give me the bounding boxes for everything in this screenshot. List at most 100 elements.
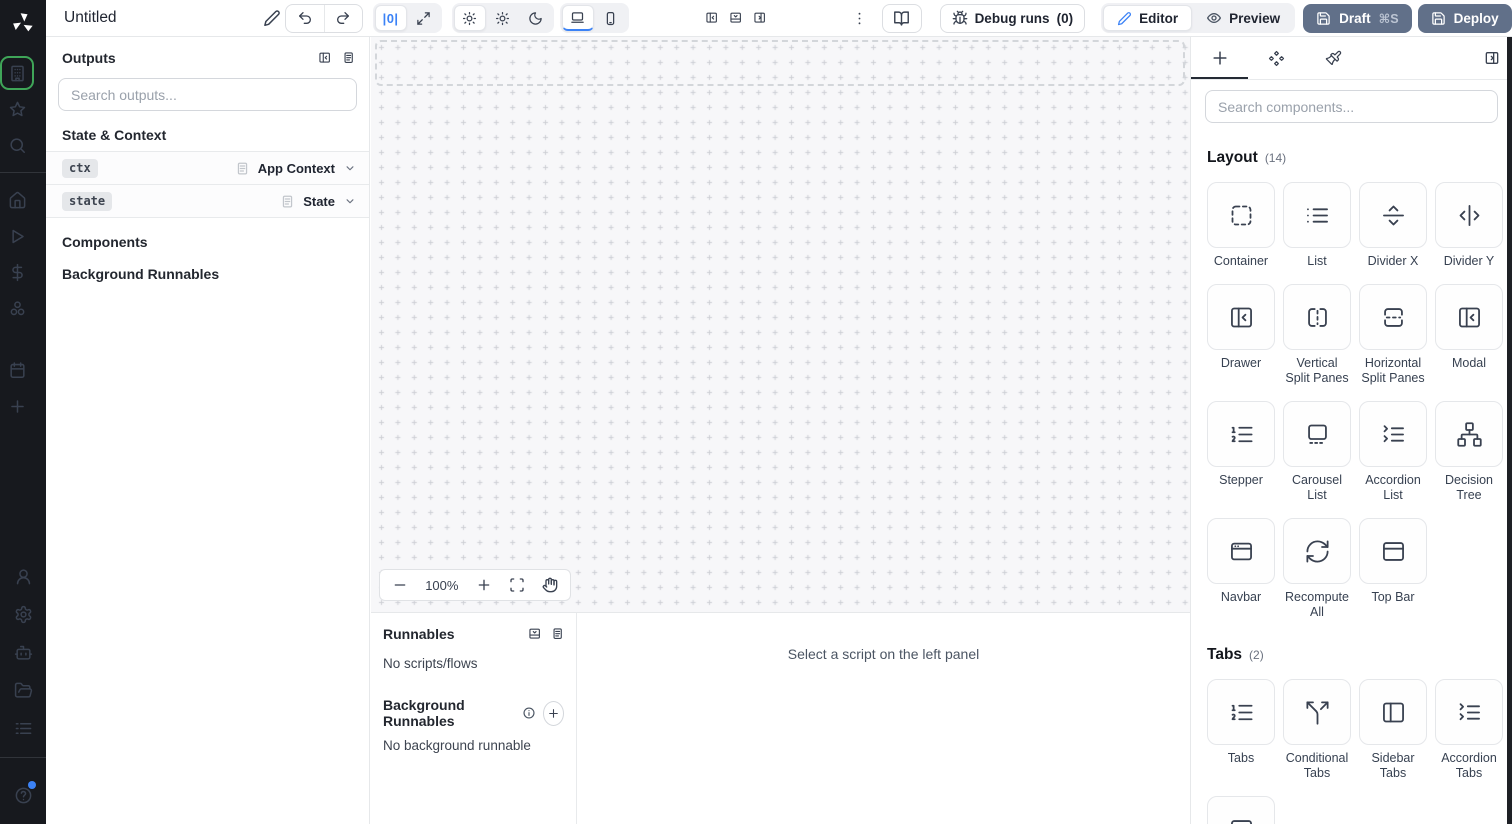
component-tabs[interactable]: Tabs	[1207, 679, 1275, 781]
output-row-state[interactable]: state State	[46, 185, 369, 218]
redo-button[interactable]	[323, 4, 362, 32]
component-card[interactable]	[1283, 401, 1351, 467]
component-decision-tree[interactable]: Decision Tree	[1435, 401, 1503, 503]
theme-auto-button[interactable]	[453, 5, 486, 31]
component-divider-y[interactable]: Divider Y	[1435, 182, 1503, 269]
component-divider-x[interactable]: Divider X	[1359, 182, 1427, 269]
component-sidebar-tabs[interactable]: Sidebar Tabs	[1359, 679, 1427, 781]
theme-dark-button[interactable]	[520, 5, 552, 31]
sidebar-item-account[interactable]	[6, 559, 40, 593]
editor-tab[interactable]: Editor	[1103, 5, 1193, 31]
component-card[interactable]	[1283, 284, 1351, 350]
collapse-runnables-panel-button[interactable]	[528, 627, 541, 640]
component-carousel-list[interactable]: Carousel List	[1283, 401, 1351, 503]
component-card[interactable]	[1435, 182, 1503, 248]
component-card[interactable]	[1207, 284, 1275, 350]
fit-view-button[interactable]	[509, 577, 525, 593]
sidebar-item-settings[interactable]	[6, 597, 40, 631]
component-card[interactable]	[1435, 679, 1503, 745]
reset-canvas-position-button[interactable]: |0|	[374, 5, 407, 31]
collapse-outputs-panel-button[interactable]	[318, 51, 331, 64]
sidebar-item-schedules[interactable]	[0, 353, 34, 387]
sidebar-item-workers[interactable]	[6, 635, 40, 669]
output-row-ctx[interactable]: ctx App Context	[46, 152, 369, 185]
expand-canvas-button[interactable]	[408, 5, 440, 31]
app-canvas[interactable]: 100%	[371, 37, 1190, 612]
toggle-left-panel-button[interactable]	[705, 11, 718, 24]
component-card[interactable]	[1207, 182, 1275, 248]
rename-app-button[interactable]	[263, 9, 281, 27]
empty-grid-placeholder[interactable]	[375, 40, 1185, 86]
component-conditional-tabs[interactable]: Conditional Tabs	[1283, 679, 1351, 781]
component-card[interactable]	[1283, 518, 1351, 584]
page-scrollbar[interactable]	[1507, 37, 1512, 824]
sidebar-item-home[interactable]	[0, 183, 34, 217]
sidebar-item-search[interactable]	[0, 128, 34, 162]
sidebar-item-variables[interactable]	[0, 255, 34, 289]
component-card[interactable]	[1207, 401, 1275, 467]
chevron-down-icon[interactable]	[343, 161, 357, 175]
component-card[interactable]	[1359, 182, 1427, 248]
component-vertical-split-panes[interactable]: Vertical Split Panes	[1283, 284, 1351, 386]
more-menu-button[interactable]	[851, 10, 868, 27]
add-background-runnable-button[interactable]	[542, 700, 564, 726]
tab-component-tree[interactable]	[1248, 37, 1305, 79]
chevron-down-icon[interactable]	[343, 194, 357, 208]
undo-button[interactable]	[286, 5, 324, 32]
sidebar-item-favorites[interactable]	[0, 92, 34, 126]
component-horizontal-split-panes[interactable]: Horizontal Split Panes	[1359, 284, 1427, 386]
component-card[interactable]	[1435, 401, 1503, 467]
component-accordion-tabs[interactable]: Accordion Tabs	[1435, 679, 1503, 781]
outputs-doc-button[interactable]	[342, 51, 355, 64]
deploy-button[interactable]: Deploy	[1417, 3, 1512, 33]
component-top-bar[interactable]: Top Bar	[1359, 518, 1427, 620]
zoom-in-button[interactable]	[476, 577, 492, 593]
sidebar-item-folders[interactable]	[6, 673, 40, 707]
theme-light-button[interactable]	[487, 5, 519, 31]
component-label: Sidebar Tabs	[1371, 751, 1415, 780]
component-list[interactable]: List	[1283, 182, 1351, 269]
component-card[interactable]	[1283, 679, 1351, 745]
debug-runs-button[interactable]: Debug runs (0)	[939, 3, 1086, 33]
component-recompute-all[interactable]: Recompute All	[1283, 518, 1351, 620]
component-container[interactable]: Container	[1207, 182, 1275, 269]
zoom-out-button[interactable]	[392, 577, 408, 593]
save-draft-button[interactable]: Draft ⌘S	[1303, 3, 1412, 33]
component-navbar[interactable]: Navbar	[1207, 518, 1275, 620]
search-components-input[interactable]	[1205, 90, 1498, 123]
mobile-view-button[interactable]	[595, 5, 627, 31]
component-card[interactable]	[1359, 401, 1427, 467]
toggle-right-panel-button[interactable]	[753, 11, 766, 24]
component-card[interactable]	[1207, 518, 1275, 584]
tab-global-styling[interactable]	[1305, 37, 1362, 79]
sidebar-item-help[interactable]	[6, 778, 40, 812]
component-card[interactable]	[1359, 284, 1427, 350]
collapse-components-panel-button[interactable]	[1484, 50, 1500, 66]
sidebar-item-resources[interactable]	[0, 291, 34, 325]
component-card[interactable]	[1359, 679, 1427, 745]
sidebar-item-runs[interactable]	[0, 219, 34, 253]
component-card[interactable]	[1283, 182, 1351, 248]
preview-tab[interactable]: Preview	[1193, 5, 1293, 31]
sidebar-item-audit-logs[interactable]	[6, 711, 40, 745]
component-partial[interactable]	[1207, 796, 1275, 824]
pan-mode-button[interactable]	[542, 577, 558, 593]
docs-button[interactable]	[881, 3, 922, 33]
component-card[interactable]	[1359, 518, 1427, 584]
tab-insert-component[interactable]	[1191, 37, 1248, 79]
search-outputs-input[interactable]	[58, 78, 357, 111]
runnables-doc-button[interactable]	[551, 627, 564, 640]
sidebar-item-create[interactable]	[0, 389, 34, 423]
desktop-view-button[interactable]	[561, 5, 594, 31]
component-drawer[interactable]: Drawer	[1207, 284, 1275, 386]
sidebar-item-workspace[interactable]	[0, 56, 34, 90]
component-modal[interactable]: Modal	[1435, 284, 1503, 386]
component-card[interactable]	[1435, 284, 1503, 350]
component-stepper[interactable]: Stepper	[1207, 401, 1275, 503]
component-card[interactable]	[1207, 796, 1275, 824]
maximize-icon	[416, 11, 431, 26]
toggle-bottom-panel-button[interactable]	[729, 11, 742, 24]
component-card[interactable]	[1207, 679, 1275, 745]
component-accordion-list[interactable]: Accordion List	[1359, 401, 1427, 503]
vsplit-icon	[1304, 304, 1331, 331]
